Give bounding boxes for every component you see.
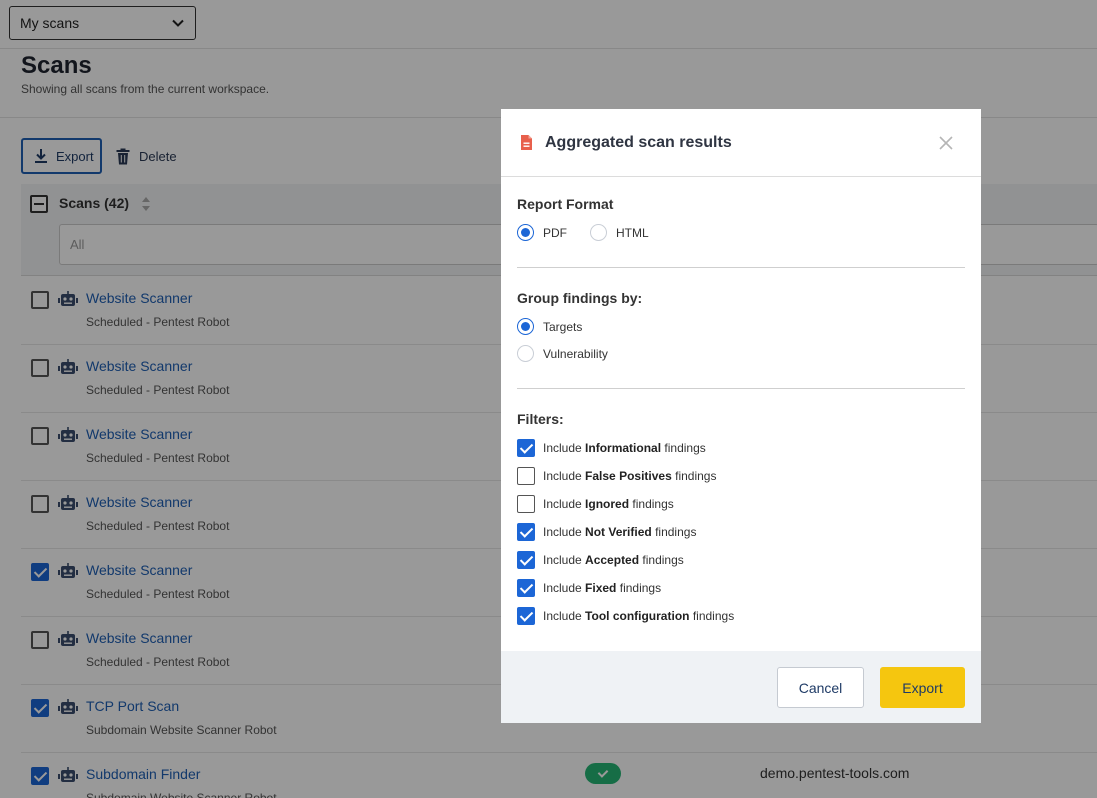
section-divider — [517, 267, 965, 268]
modal-title: Aggregated scan results — [545, 134, 732, 151]
filter-prefix: Include — [543, 525, 582, 539]
export-confirm-button[interactable]: Export — [880, 667, 965, 708]
filter-prefix: Include — [543, 441, 582, 455]
filter-prefix: Include — [543, 497, 582, 511]
filter-checkbox[interactable] — [517, 467, 535, 485]
filter-checkbox[interactable] — [517, 439, 535, 457]
vulnerability-radio-label[interactable]: Vulnerability — [543, 347, 608, 361]
section-divider — [517, 388, 965, 389]
filter-category: Ignored — [585, 497, 630, 511]
filter-category: Tool configuration — [585, 609, 690, 623]
filter-prefix: Include — [543, 469, 582, 483]
filter-suffix: findings — [675, 469, 717, 483]
filter-prefix: Include — [543, 609, 582, 623]
filter-category: Informational — [585, 441, 662, 455]
filter-category: False Positives — [585, 469, 672, 483]
filter-checkbox[interactable] — [517, 607, 535, 625]
pdf-radio-label[interactable]: PDF — [543, 226, 567, 240]
targets-radio-label[interactable]: Targets — [543, 320, 582, 334]
html-radio[interactable] — [590, 224, 607, 241]
vulnerability-radio[interactable] — [517, 345, 534, 362]
filter-category: Accepted — [585, 553, 640, 567]
filter-suffix: findings — [692, 609, 735, 623]
filter-checkbox[interactable] — [517, 551, 535, 569]
filter-category: Fixed — [585, 581, 617, 595]
filter-suffix: findings — [664, 441, 706, 455]
filter-suffix: findings — [655, 525, 697, 539]
filter-checkbox[interactable] — [517, 495, 535, 513]
modal-header: Aggregated scan results — [501, 109, 981, 177]
filter-checkbox[interactable] — [517, 523, 535, 541]
filters-title: Filters: — [517, 411, 564, 427]
cancel-button[interactable]: Cancel — [777, 667, 864, 708]
report-format-title: Report Format — [517, 196, 614, 212]
document-icon — [521, 135, 532, 150]
group-by-title: Group findings by: — [517, 290, 643, 306]
pdf-radio[interactable] — [517, 224, 534, 241]
filter-suffix: findings — [642, 553, 684, 567]
filter-prefix: Include — [543, 553, 582, 567]
filter-label[interactable]: Include Not Verified findings — [543, 525, 696, 539]
filter-label[interactable]: Include Fixed findings — [543, 581, 661, 595]
filter-label[interactable]: Include Accepted findings — [543, 553, 684, 567]
filter-label[interactable]: Include False Positives findings — [543, 469, 716, 483]
targets-radio[interactable] — [517, 318, 534, 335]
modal-footer: Cancel Export — [501, 651, 981, 723]
filter-label[interactable]: Include Informational findings — [543, 441, 706, 455]
filter-suffix: findings — [632, 497, 674, 511]
filter-checkbox[interactable] — [517, 579, 535, 597]
close-icon[interactable] — [939, 136, 953, 150]
filter-prefix: Include — [543, 581, 582, 595]
filter-category: Not Verified — [585, 525, 652, 539]
aggregated-results-modal: Aggregated scan results Report Format PD… — [501, 109, 981, 723]
filter-suffix: findings — [619, 581, 662, 595]
filter-label[interactable]: Include Tool configuration findings — [543, 609, 734, 623]
filter-label[interactable]: Include Ignored findings — [543, 497, 674, 511]
html-radio-label[interactable]: HTML — [616, 226, 649, 240]
